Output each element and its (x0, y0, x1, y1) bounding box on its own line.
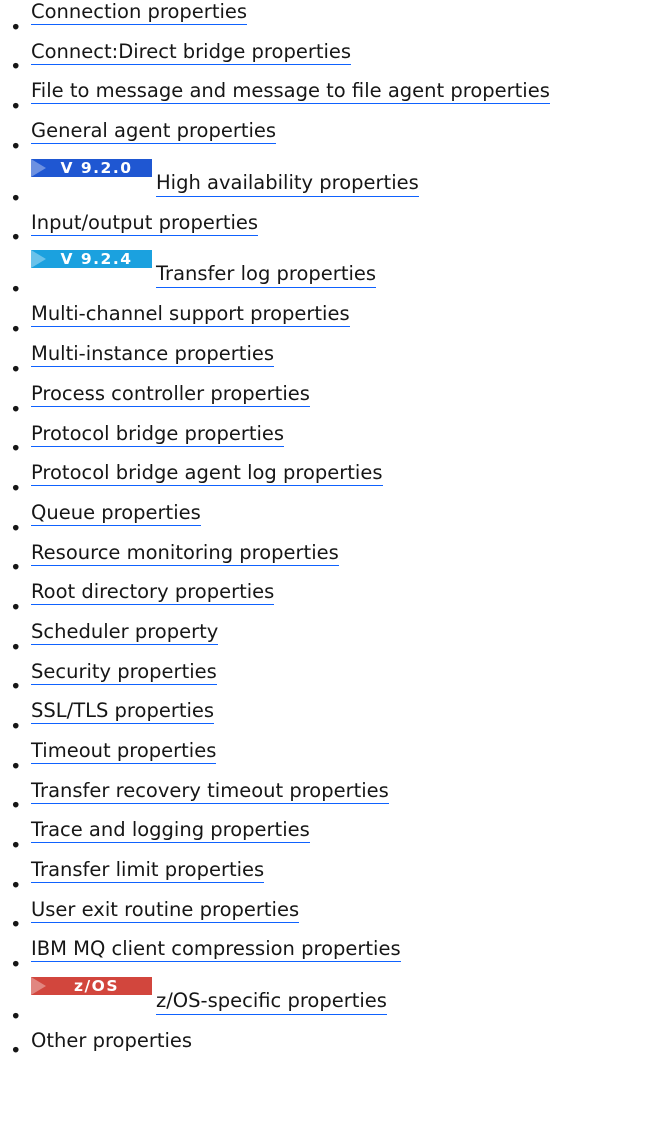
queue-properties-link[interactable]: Queue properties (31, 500, 201, 526)
bullet: • (10, 675, 22, 699)
properties-list: • Connection properties • Connect:Direct… (0, 0, 661, 1063)
user-exit-routine-properties-link[interactable]: User exit routine properties (31, 897, 300, 923)
bullet: • (10, 476, 22, 500)
version-arrow-icon (31, 158, 46, 177)
list-item: • Process controller properties (10, 381, 661, 422)
bullet: • (10, 437, 22, 461)
bullet: • (10, 55, 22, 79)
multi-channel-support-properties-link[interactable]: Multi-channel support properties (31, 302, 350, 328)
bullet: • (10, 715, 22, 738)
list-item: • Queue properties (10, 500, 661, 541)
scheduler-property-link[interactable]: Scheduler property (31, 619, 219, 645)
bullet: • (10, 1039, 22, 1063)
general-agent-properties-link[interactable]: General agent properties (31, 119, 277, 145)
list-item: • User exit routine properties (10, 897, 661, 938)
bullet: • (10, 556, 22, 580)
bullet: • (10, 397, 22, 421)
version-badge-v920: V 9.2.0 (31, 158, 152, 177)
list-item: • Resource monitoring properties (10, 540, 661, 581)
list-item: • Timeout properties (10, 739, 661, 779)
list-item: • V 9.2.0 High availability properties (10, 158, 661, 211)
bullet: • (10, 635, 22, 659)
list-item: • z/OS z/OS-specific properties (10, 977, 661, 1029)
bullet: • (10, 953, 22, 977)
bullet: • (10, 834, 22, 858)
resource-monitoring-properties-link[interactable]: Resource monitoring properties (31, 540, 339, 566)
connection-properties-link[interactable]: Connection properties (31, 0, 248, 25)
bullet: • (10, 15, 22, 39)
input-output-properties-link[interactable]: Input/output properties (31, 210, 259, 236)
other-properties-text: Other properties (31, 1029, 193, 1053)
ibm-mq-client-compression-properties-link[interactable]: IBM MQ client compression properties (31, 937, 401, 963)
bullet: • (10, 516, 22, 540)
list-item: • IBM MQ client compression properties (10, 937, 661, 977)
list-item: • Trace and logging properties (10, 818, 661, 858)
trace-and-logging-properties-link[interactable]: Trace and logging properties (31, 818, 310, 844)
zos-specific-properties-link[interactable]: z/OS-specific properties (156, 989, 387, 1016)
bullet: • (10, 913, 22, 937)
bullet: • (10, 794, 22, 818)
ssl-tls-properties-link[interactable]: SSL/TLS properties (31, 699, 215, 725)
platform-arrow-icon (31, 977, 46, 996)
list-item: • Connect:Direct bridge properties (10, 39, 661, 80)
list-item: • SSL/TLS properties (10, 699, 661, 739)
file-to-message-agent-properties-link[interactable]: File to message and message to file agen… (31, 79, 550, 105)
list-item: • Transfer limit properties (10, 858, 661, 898)
version-badge-v924: V 9.2.4 (31, 250, 152, 269)
list-item: • Protocol bridge agent log properties (10, 461, 661, 501)
transfer-recovery-timeout-properties-link[interactable]: Transfer recovery timeout properties (31, 778, 389, 804)
process-controller-properties-link[interactable]: Process controller properties (31, 381, 310, 407)
bullet: • (10, 278, 22, 302)
bullet: • (10, 318, 22, 342)
bullet: • (10, 134, 22, 158)
transfer-log-properties-link[interactable]: Transfer log properties (156, 262, 377, 289)
root-directory-properties-link[interactable]: Root directory properties (31, 580, 275, 606)
list-item: • Input/output properties (10, 210, 661, 251)
list-item: • General agent properties (10, 119, 661, 159)
bullet: • (10, 595, 22, 619)
bullet: • (10, 186, 22, 210)
list-item: • Root directory properties (10, 580, 661, 620)
bullet: • (10, 357, 22, 381)
list-item: • Security properties (10, 659, 661, 700)
bullet: • (10, 754, 22, 778)
multi-instance-properties-link[interactable]: Multi-instance properties (31, 342, 275, 368)
bullet: • (10, 226, 22, 250)
high-availability-properties-link[interactable]: High availability properties (156, 171, 419, 197)
list-item: • Scheduler property (10, 619, 661, 660)
list-item: • V 9.2.4 Transfer log properties (10, 250, 661, 302)
security-properties-link[interactable]: Security properties (31, 659, 217, 685)
list-item: • File to message and message to file ag… (10, 79, 661, 119)
transfer-limit-properties-link[interactable]: Transfer limit properties (31, 858, 265, 884)
list-item: • Multi-instance properties (10, 342, 661, 382)
protocol-bridge-properties-link[interactable]: Protocol bridge properties (31, 421, 285, 447)
timeout-properties-link[interactable]: Timeout properties (31, 739, 217, 764)
list-item: • Other properties (10, 1029, 661, 1063)
connect-direct-bridge-properties-link[interactable]: Connect:Direct bridge properties (31, 39, 352, 65)
bullet: • (10, 95, 22, 119)
list-item: • Protocol bridge properties (10, 421, 661, 462)
zos-platform-badge: z/OS (31, 977, 152, 996)
version-arrow-icon (31, 250, 46, 269)
list-item: • Transfer recovery timeout properties (10, 778, 661, 819)
protocol-bridge-agent-log-properties-link[interactable]: Protocol bridge agent log properties (31, 461, 383, 487)
list-item: • Multi-channel support properties (10, 302, 661, 342)
bullet: • (10, 873, 22, 897)
bullet: • (10, 1005, 22, 1029)
list-item: • Connection properties (10, 0, 661, 40)
